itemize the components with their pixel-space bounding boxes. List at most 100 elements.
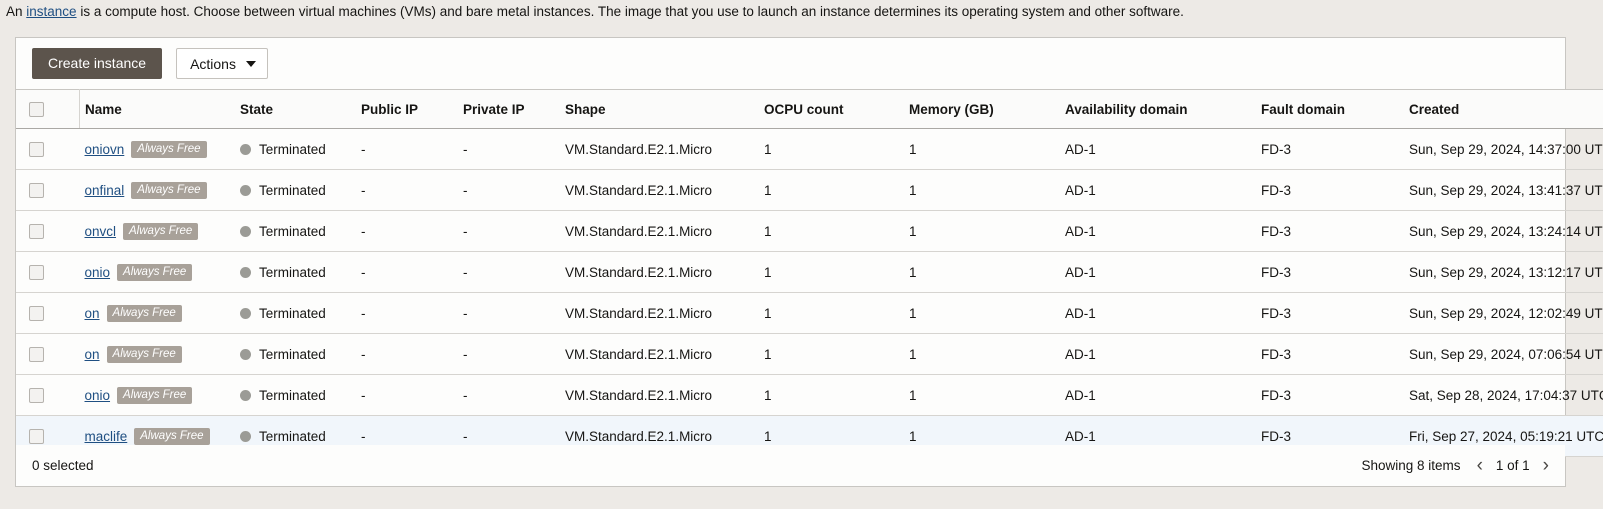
name-badge-group: onio Always Free — [85, 263, 238, 281]
private-ip-cell: - — [449, 169, 551, 211]
row-checkbox[interactable] — [29, 428, 44, 444]
state-group: Terminated — [240, 183, 347, 198]
public-ip-cell: - — [347, 210, 449, 252]
column-header-name[interactable]: Name — [79, 89, 237, 129]
availability-domain-cell: AD-1 — [1051, 251, 1247, 293]
fault-domain-cell: FD-3 — [1247, 292, 1395, 334]
row-checkbox[interactable] — [29, 346, 44, 362]
previous-page-icon[interactable]: ‹ — [1477, 456, 1483, 475]
state-label: Terminated — [259, 223, 326, 239]
shape-cell: VM.Standard.E2.1.Micro — [551, 251, 750, 293]
memory-cell: 1 — [895, 169, 1051, 211]
row-select-cell — [16, 292, 80, 334]
public-ip-cell: - — [347, 169, 449, 211]
name-badge-group: onvcl Always Free — [85, 222, 238, 240]
column-header-availability-domain[interactable]: Availability domain — [1051, 89, 1247, 129]
shape-cell: VM.Standard.E2.1.Micro — [551, 333, 750, 375]
row-checkbox[interactable] — [29, 305, 44, 321]
instance-name-link[interactable]: on — [85, 347, 100, 362]
always-free-badge: Always Free — [131, 140, 207, 158]
selected-count-label: 0 selected — [32, 458, 94, 473]
ocpu-count-cell: 1 — [750, 292, 895, 334]
instance-name-link[interactable]: onio — [85, 388, 111, 403]
table-row[interactable]: oniovn Always Free Terminated - - VM.Standard… — [16, 128, 1603, 170]
created-cell: Sun, Sep 29, 2024, 12:02:49 UTC — [1395, 292, 1603, 334]
table-row[interactable]: on Always Free Terminated - - VM.Standard.E2.… — [16, 333, 1603, 375]
private-ip-cell: - — [449, 374, 551, 416]
name-badge-group: onfinal Always Free — [85, 181, 238, 199]
column-header-state[interactable]: State — [237, 89, 347, 129]
instance-name-link[interactable]: onfinal — [85, 183, 125, 198]
instance-name-link[interactable]: onvcl — [85, 224, 117, 239]
instance-name-cell: onvcl Always Free — [79, 210, 238, 252]
instances-panel: Create instance Actions Name State Publi… — [15, 37, 1603, 487]
row-checkbox[interactable] — [29, 141, 44, 157]
instance-name-cell: on Always Free — [79, 292, 237, 334]
ocpu-count-cell: 1 — [750, 251, 895, 293]
created-cell: Sun, Sep 29, 2024, 13:41:37 UTC — [1395, 169, 1603, 211]
memory-cell: 1 — [895, 374, 1051, 416]
status-dot-icon — [240, 225, 251, 237]
state-label: Terminated — [259, 264, 326, 280]
instance-doc-link[interactable]: instance — [26, 4, 76, 19]
table-row[interactable]: onio Always Free Terminated - - VM.Standard.E… — [16, 374, 1603, 416]
select-all-checkbox[interactable] — [29, 101, 44, 117]
created-cell: Sun, Sep 29, 2024, 13:12:17 UTC — [1395, 251, 1603, 293]
page-indicator-label: 1 of 1 — [1495, 458, 1530, 473]
column-header-shape[interactable]: Shape — [551, 89, 750, 129]
state-label: Terminated — [259, 387, 326, 403]
instance-name-link[interactable]: onio — [85, 265, 111, 280]
ocpu-count-cell: 1 — [750, 210, 895, 252]
instance-state-cell: Terminated — [237, 210, 347, 252]
row-checkbox[interactable] — [29, 182, 44, 198]
table-row[interactable]: onio Always Free Terminated - - VM.Standard.E… — [16, 251, 1603, 293]
column-header-public-ip[interactable]: Public IP — [347, 89, 449, 129]
instance-state-cell: Terminated — [237, 292, 347, 334]
column-header-created[interactable]: Created — [1395, 89, 1603, 129]
intro-text-before: An — [6, 4, 27, 19]
column-header-fault-domain[interactable]: Fault domain — [1247, 89, 1395, 129]
memory-cell: 1 — [895, 210, 1051, 252]
row-select-cell — [16, 374, 80, 416]
availability-domain-cell: AD-1 — [1051, 210, 1247, 252]
always-free-badge: Always Free — [106, 345, 182, 363]
table-row[interactable]: onfinal Always Free Terminated - - VM.Standar… — [16, 169, 1603, 211]
table-row[interactable]: on Always Free Terminated - - VM.Standard.E2.… — [16, 292, 1603, 334]
instance-name-link[interactable]: on — [85, 306, 100, 321]
table-footer: 0 selected Showing 8 items ‹ 1 of 1 › — [16, 445, 1565, 486]
fault-domain-cell: FD-3 — [1247, 169, 1395, 211]
create-instance-button[interactable]: Create instance — [32, 48, 163, 79]
row-select-cell — [16, 169, 80, 211]
column-header-private-ip[interactable]: Private IP — [449, 89, 551, 129]
shape-cell: VM.Standard.E2.1.Micro — [551, 210, 750, 252]
status-dot-icon — [240, 307, 251, 319]
created-cell: Sun, Sep 29, 2024, 07:06:54 UTC — [1395, 333, 1603, 375]
status-dot-icon — [240, 389, 251, 401]
status-dot-icon — [240, 430, 251, 442]
availability-domain-cell: AD-1 — [1051, 128, 1247, 170]
row-checkbox[interactable] — [29, 387, 44, 403]
row-checkbox[interactable] — [29, 223, 44, 239]
private-ip-cell: - — [449, 128, 551, 170]
instances-table: Name State Public IP Private IP Shape OC… — [16, 89, 1603, 457]
name-badge-group: onio Always Free — [85, 386, 238, 404]
instance-name-link[interactable]: maclife — [85, 429, 128, 444]
table-row[interactable]: onvcl Always Free Terminated - - VM.Standard.… — [16, 210, 1603, 252]
row-checkbox[interactable] — [29, 264, 44, 280]
ocpu-count-cell: 1 — [750, 128, 895, 170]
next-page-icon[interactable]: › — [1543, 456, 1549, 475]
showing-items-label: Showing 8 items — [1361, 458, 1461, 473]
intro-text-after: is a compute host. Choose between virtua… — [76, 4, 1184, 19]
table-header-row: Name State Public IP Private IP Shape OC… — [16, 89, 1603, 129]
column-header-ocpu-count[interactable]: OCPU count — [750, 89, 895, 129]
shape-cell: VM.Standard.E2.1.Micro — [551, 374, 750, 416]
created-cell: Sat, Sep 28, 2024, 17:04:37 UTC — [1395, 374, 1603, 416]
row-select-cell — [16, 210, 80, 252]
private-ip-cell: - — [449, 210, 551, 252]
instance-name-link[interactable]: oniovn — [85, 142, 125, 157]
actions-dropdown-button[interactable]: Actions — [176, 48, 268, 79]
always-free-badge: Always Free — [117, 263, 193, 281]
column-header-memory[interactable]: Memory (GB) — [895, 89, 1051, 129]
availability-domain-cell: AD-1 — [1051, 374, 1247, 416]
private-ip-cell: - — [449, 292, 551, 334]
